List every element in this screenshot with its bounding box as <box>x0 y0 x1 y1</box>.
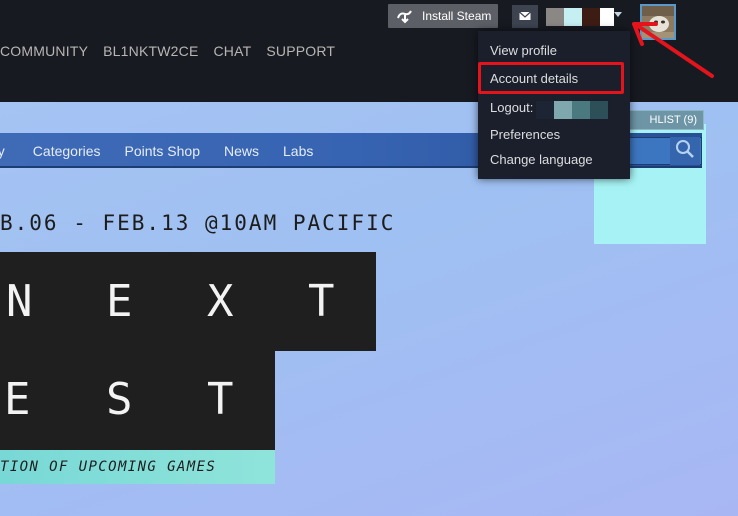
account-dropdown-menu: View profile Account details Logout: Pre… <box>478 31 630 179</box>
redaction-swatch <box>554 101 572 119</box>
redaction-swatch <box>572 101 590 119</box>
nav-support[interactable]: SUPPORT <box>266 43 335 59</box>
global-nav: COMMUNITY BL1NKTW2CE CHAT SUPPORT <box>0 43 350 59</box>
tab-noteworthy[interactable]: hy <box>0 143 5 159</box>
title-letter: E <box>4 374 31 425</box>
annotation-arrow-icon <box>632 22 714 78</box>
title-letter: T <box>308 276 335 327</box>
search-icon <box>675 139 695 164</box>
nav-chat[interactable]: CHAT <box>213 43 251 59</box>
tab-points-shop[interactable]: Points Shop <box>125 143 201 159</box>
title-letter: N <box>6 276 33 327</box>
nav-username[interactable]: BL1NKTW2CE <box>103 43 198 59</box>
logout-account-redacted <box>536 101 608 119</box>
envelope-icon <box>519 10 531 24</box>
install-steam-label: Install Steam <box>422 9 492 23</box>
account-name-redacted[interactable] <box>546 8 614 26</box>
redaction-swatch <box>564 8 582 26</box>
menu-change-language[interactable]: Change language <box>490 152 593 167</box>
download-icon <box>394 4 416 28</box>
notifications-button[interactable] <box>512 5 538 28</box>
redaction-swatch <box>546 8 564 26</box>
install-steam-button[interactable]: Install Steam <box>388 4 498 28</box>
title-letter: X <box>207 276 234 327</box>
tab-categories[interactable]: Categories <box>33 143 101 159</box>
nav-community[interactable]: COMMUNITY <box>0 43 88 59</box>
tab-labs[interactable]: Labs <box>283 143 313 159</box>
redaction-swatch <box>590 101 608 119</box>
highlight-box <box>478 62 624 94</box>
tab-news[interactable]: News <box>224 143 259 159</box>
redaction-swatch <box>582 8 600 26</box>
festival-date: B.06 - FEB.13 @10AM PACIFIC <box>0 211 396 235</box>
festival-tagline: TION OF UPCOMING GAMES <box>0 459 217 475</box>
title-letter: T <box>207 374 234 425</box>
redaction-swatch <box>536 101 554 119</box>
festival-title-row-2 <box>0 351 275 450</box>
redaction-swatch <box>600 8 614 26</box>
menu-view-profile[interactable]: View profile <box>490 43 557 58</box>
menu-preferences[interactable]: Preferences <box>490 127 560 142</box>
menu-logout[interactable]: Logout: <box>490 100 533 115</box>
title-letter: E <box>106 276 133 327</box>
search-button[interactable] <box>670 137 700 165</box>
title-letter: S <box>106 374 133 425</box>
wishlist-label: HLIST (9) <box>649 114 697 126</box>
